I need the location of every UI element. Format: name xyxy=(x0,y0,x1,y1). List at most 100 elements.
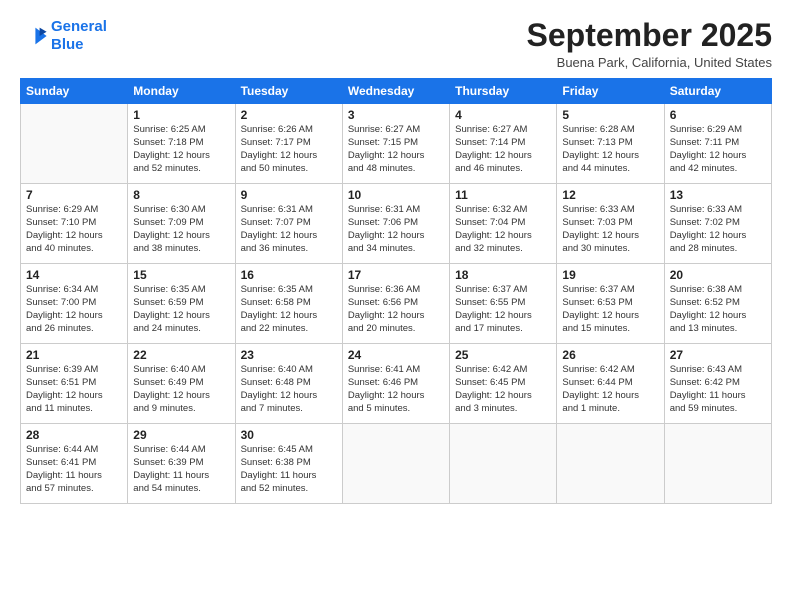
header: General Blue September 2025 Buena Park, … xyxy=(20,18,772,70)
th-saturday: Saturday xyxy=(664,79,771,104)
th-sunday: Sunday xyxy=(21,79,128,104)
cell-content: Sunrise: 6:29 AM Sunset: 7:10 PM Dayligh… xyxy=(26,204,122,255)
calendar-cell: 4 Sunrise: 6:27 AM Sunset: 7:14 PM Daylig… xyxy=(450,104,557,184)
day-number: 1 xyxy=(133,108,229,122)
calendar-cell: 20Sunrise: 6:38 AM Sunset: 6:52 PM Dayli… xyxy=(664,264,771,344)
cell-content: Sunrise: 6:27 AM Sunset: 7:14 PM Dayligh… xyxy=(455,124,551,175)
calendar-cell: 6Sunrise: 6:29 AM Sunset: 7:11 PM Daylig… xyxy=(664,104,771,184)
cell-content: Sunrise: 6:39 AM Sunset: 6:51 PM Dayligh… xyxy=(26,364,122,415)
day-number: 27 xyxy=(670,348,766,362)
day-number: 17 xyxy=(348,268,444,282)
cell-content: Sunrise: 6:40 AM Sunset: 6:49 PM Dayligh… xyxy=(133,364,229,415)
calendar-cell: 29 Sunrise: 6:44 AM Sunset: 6:39 PM Dayli… xyxy=(128,424,235,504)
cell-content: Sunrise: 6:37 AM Sunset: 6:55 PM Dayligh… xyxy=(455,284,551,335)
th-monday: Monday xyxy=(128,79,235,104)
calendar-cell xyxy=(21,104,128,184)
day-number: 24 xyxy=(348,348,444,362)
calendar-week-2: 7 Sunrise: 6:29 AM Sunset: 7:10 PM Daylig… xyxy=(21,184,772,264)
day-number: 19 xyxy=(562,268,658,282)
location-subtitle: Buena Park, California, United States xyxy=(527,55,772,70)
day-number: 21 xyxy=(26,348,122,362)
calendar-cell: 30 Sunrise: 6:45 AM Sunset: 6:38 PM Dayli… xyxy=(235,424,342,504)
calendar-cell xyxy=(342,424,449,504)
day-number: 26 xyxy=(562,348,658,362)
day-number: 9 xyxy=(241,188,337,202)
day-number: 4 xyxy=(455,108,551,122)
day-number: 7 xyxy=(26,188,122,202)
day-number: 3 xyxy=(348,108,444,122)
day-number: 28 xyxy=(26,428,122,442)
calendar-cell: 25Sunrise: 6:42 AM Sunset: 6:45 PM Dayli… xyxy=(450,344,557,424)
cell-content: Sunrise: 6:31 AM Sunset: 7:06 PM Dayligh… xyxy=(348,204,444,255)
header-row: Sunday Monday Tuesday Wednesday Thursday… xyxy=(21,79,772,104)
calendar-cell: 14Sunrise: 6:34 AM Sunset: 7:00 PM Dayli… xyxy=(21,264,128,344)
day-number: 10 xyxy=(348,188,444,202)
cell-content: Sunrise: 6:42 AM Sunset: 6:45 PM Dayligh… xyxy=(455,364,551,415)
calendar-cell: 22 Sunrise: 6:40 AM Sunset: 6:49 PM Dayli… xyxy=(128,344,235,424)
logo-line2: Blue xyxy=(51,36,84,53)
day-number: 12 xyxy=(562,188,658,202)
day-number: 29 xyxy=(133,428,229,442)
calendar-cell: 7 Sunrise: 6:29 AM Sunset: 7:10 PM Daylig… xyxy=(21,184,128,264)
calendar-cell: 9 Sunrise: 6:31 AM Sunset: 7:07 PM Daylig… xyxy=(235,184,342,264)
day-number: 11 xyxy=(455,188,551,202)
calendar-cell: 21 Sunrise: 6:39 AM Sunset: 6:51 PM Dayli… xyxy=(21,344,128,424)
th-wednesday: Wednesday xyxy=(342,79,449,104)
calendar-cell xyxy=(664,424,771,504)
logo-icon xyxy=(20,22,48,50)
calendar-cell: 28 Sunrise: 6:44 AM Sunset: 6:41 PM Dayli… xyxy=(21,424,128,504)
logo-text: General Blue xyxy=(51,18,107,54)
day-number: 22 xyxy=(133,348,229,362)
calendar-cell: 5Sunrise: 6:28 AM Sunset: 7:13 PM Daylig… xyxy=(557,104,664,184)
calendar-body: 1 Sunrise: 6:25 AM Sunset: 7:18 PM Daylig… xyxy=(21,104,772,504)
calendar-cell xyxy=(557,424,664,504)
calendar-cell: 17 Sunrise: 6:36 AM Sunset: 6:56 PM Dayli… xyxy=(342,264,449,344)
calendar-cell: 15Sunrise: 6:35 AM Sunset: 6:59 PM Dayli… xyxy=(128,264,235,344)
day-number: 2 xyxy=(241,108,337,122)
calendar-cell: 19 Sunrise: 6:37 AM Sunset: 6:53 PM Dayli… xyxy=(557,264,664,344)
day-number: 30 xyxy=(241,428,337,442)
page: General Blue September 2025 Buena Park, … xyxy=(0,0,792,612)
th-friday: Friday xyxy=(557,79,664,104)
calendar-cell: 26Sunrise: 6:42 AM Sunset: 6:44 PM Dayli… xyxy=(557,344,664,424)
cell-content: Sunrise: 6:33 AM Sunset: 7:03 PM Dayligh… xyxy=(562,204,658,255)
day-number: 15 xyxy=(133,268,229,282)
cell-content: Sunrise: 6:25 AM Sunset: 7:18 PM Dayligh… xyxy=(133,124,229,175)
cell-content: Sunrise: 6:44 AM Sunset: 6:41 PM Dayligh… xyxy=(26,444,122,495)
cell-content: Sunrise: 6:43 AM Sunset: 6:42 PM Dayligh… xyxy=(670,364,766,415)
calendar-cell: 11Sunrise: 6:32 AM Sunset: 7:04 PM Dayli… xyxy=(450,184,557,264)
cell-content: Sunrise: 6:37 AM Sunset: 6:53 PM Dayligh… xyxy=(562,284,658,335)
cell-content: Sunrise: 6:30 AM Sunset: 7:09 PM Dayligh… xyxy=(133,204,229,255)
day-number: 16 xyxy=(241,268,337,282)
th-thursday: Thursday xyxy=(450,79,557,104)
cell-content: Sunrise: 6:29 AM Sunset: 7:11 PM Dayligh… xyxy=(670,124,766,175)
calendar-table: Sunday Monday Tuesday Wednesday Thursday… xyxy=(20,78,772,504)
logo: General Blue xyxy=(20,18,107,54)
calendar-cell: 10 Sunrise: 6:31 AM Sunset: 7:06 PM Dayli… xyxy=(342,184,449,264)
cell-content: Sunrise: 6:33 AM Sunset: 7:02 PM Dayligh… xyxy=(670,204,766,255)
day-number: 8 xyxy=(133,188,229,202)
cell-content: Sunrise: 6:34 AM Sunset: 7:00 PM Dayligh… xyxy=(26,284,122,335)
day-number: 20 xyxy=(670,268,766,282)
cell-content: Sunrise: 6:31 AM Sunset: 7:07 PM Dayligh… xyxy=(241,204,337,255)
cell-content: Sunrise: 6:45 AM Sunset: 6:38 PM Dayligh… xyxy=(241,444,337,495)
calendar-cell: 13Sunrise: 6:33 AM Sunset: 7:02 PM Dayli… xyxy=(664,184,771,264)
calendar-week-4: 21 Sunrise: 6:39 AM Sunset: 6:51 PM Dayli… xyxy=(21,344,772,424)
calendar-cell: 3Sunrise: 6:27 AM Sunset: 7:15 PM Daylig… xyxy=(342,104,449,184)
calendar-cell: 1 Sunrise: 6:25 AM Sunset: 7:18 PM Daylig… xyxy=(128,104,235,184)
calendar-header: Sunday Monday Tuesday Wednesday Thursday… xyxy=(21,79,772,104)
cell-content: Sunrise: 6:41 AM Sunset: 6:46 PM Dayligh… xyxy=(348,364,444,415)
calendar-cell: 27 Sunrise: 6:43 AM Sunset: 6:42 PM Dayli… xyxy=(664,344,771,424)
day-number: 23 xyxy=(241,348,337,362)
cell-content: Sunrise: 6:44 AM Sunset: 6:39 PM Dayligh… xyxy=(133,444,229,495)
calendar-week-1: 1 Sunrise: 6:25 AM Sunset: 7:18 PM Daylig… xyxy=(21,104,772,184)
calendar-week-3: 14Sunrise: 6:34 AM Sunset: 7:00 PM Dayli… xyxy=(21,264,772,344)
cell-content: Sunrise: 6:35 AM Sunset: 6:58 PM Dayligh… xyxy=(241,284,337,335)
th-tuesday: Tuesday xyxy=(235,79,342,104)
cell-content: Sunrise: 6:40 AM Sunset: 6:48 PM Dayligh… xyxy=(241,364,337,415)
cell-content: Sunrise: 6:28 AM Sunset: 7:13 PM Dayligh… xyxy=(562,124,658,175)
calendar-cell xyxy=(450,424,557,504)
calendar-week-5: 28 Sunrise: 6:44 AM Sunset: 6:41 PM Dayli… xyxy=(21,424,772,504)
day-number: 18 xyxy=(455,268,551,282)
cell-content: Sunrise: 6:36 AM Sunset: 6:56 PM Dayligh… xyxy=(348,284,444,335)
